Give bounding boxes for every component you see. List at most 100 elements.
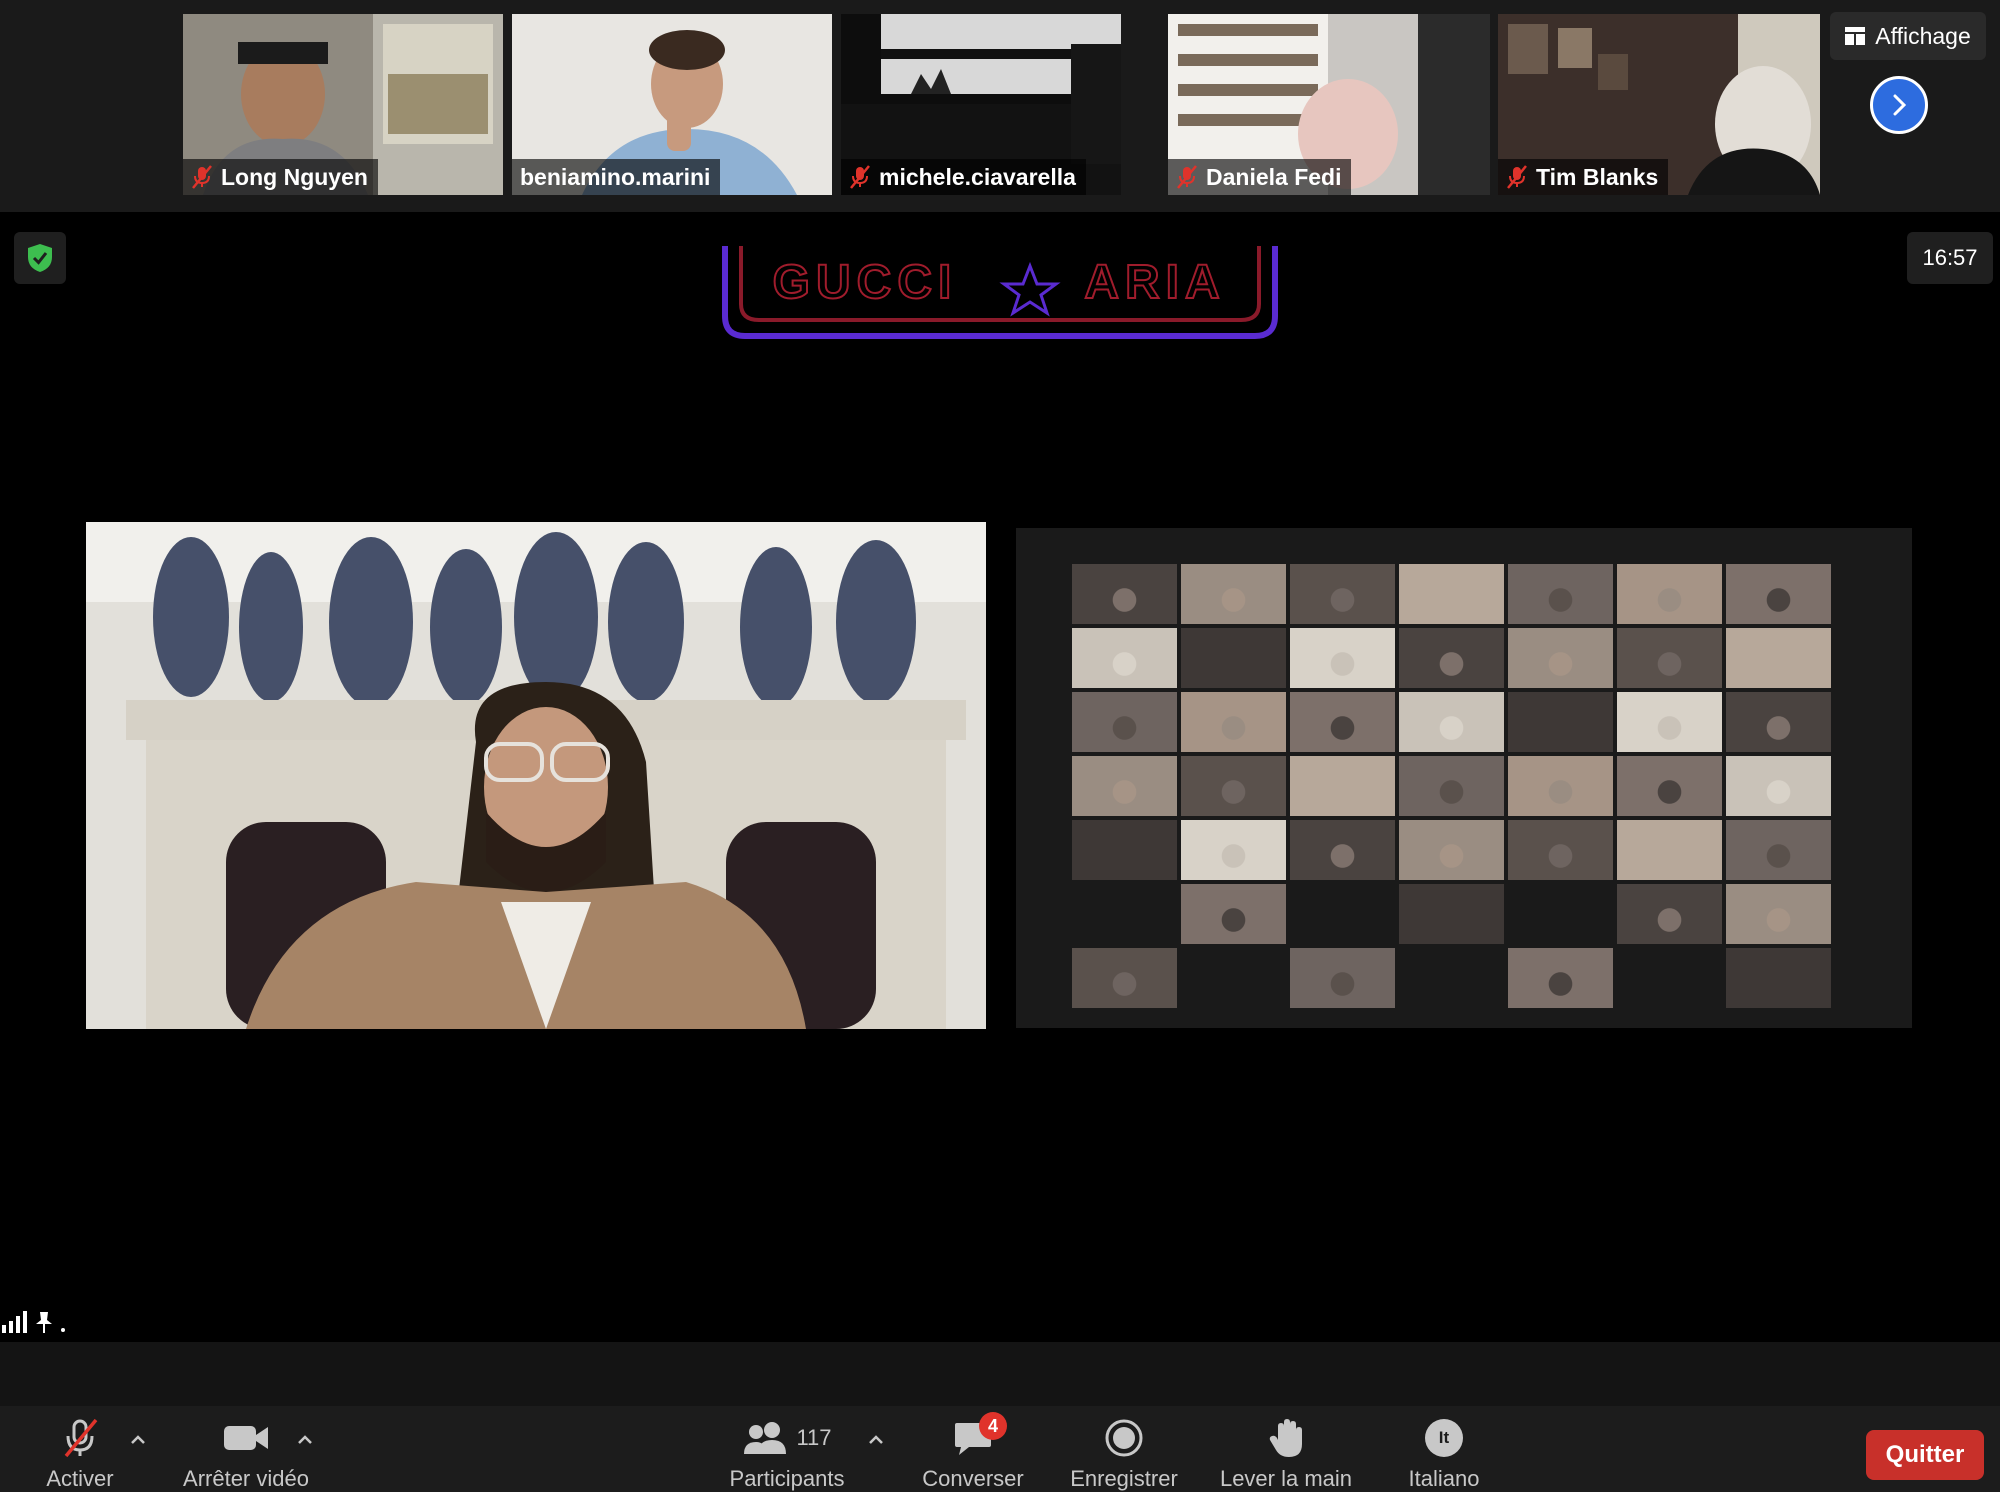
audience-tile [1181, 628, 1286, 688]
audience-tile [1399, 884, 1504, 944]
raise-hand-label: Lever la main [1219, 1466, 1353, 1491]
chevron-right-icon [1893, 94, 1907, 116]
audience-tile [1290, 884, 1395, 944]
audience-tile [1508, 756, 1613, 816]
speaker-video-panel [86, 522, 986, 1029]
audience-tile [1290, 820, 1395, 880]
audience-tile [1726, 756, 1831, 816]
audience-gallery-panel [1016, 528, 1912, 1028]
toolbar-spacer [0, 1342, 2000, 1406]
participant-name: michele.ciavarella [879, 163, 1076, 190]
audience-tile [1617, 820, 1722, 880]
record-icon [1105, 1419, 1143, 1457]
audience-tile [1072, 884, 1177, 944]
audience-tile [1399, 692, 1504, 752]
audience-tile [1072, 628, 1177, 688]
participant-name: Tim Blanks [1536, 163, 1659, 190]
audience-tile [1726, 564, 1831, 624]
view-button-label: Affichage [1875, 22, 1971, 49]
audience-tile [1617, 884, 1722, 944]
neon-word-right: ARIA [1084, 256, 1225, 309]
participants-count: 117 [796, 1425, 832, 1450]
audience-tile [1399, 756, 1504, 816]
neon-word-left: GUCCI [773, 256, 958, 309]
leave-meeting-button[interactable]: Quitter [1866, 1430, 1984, 1480]
participants-button[interactable]: 117 Participants [724, 1416, 850, 1492]
audience-tile [1181, 692, 1286, 752]
raise-hand-button[interactable]: Lever la main [1216, 1416, 1356, 1492]
audience-tile [1399, 948, 1504, 1008]
record-button[interactable]: Enregistrer [1066, 1416, 1182, 1492]
audience-tile [1181, 820, 1286, 880]
audience-tile [1726, 820, 1831, 880]
muted-microphone-icon [64, 1418, 98, 1458]
audience-tile [1617, 628, 1722, 688]
audience-tile [1290, 948, 1395, 1008]
audience-tile [1508, 564, 1613, 624]
video-options-caret-icon[interactable] [293, 1428, 317, 1452]
interpretation-language-button[interactable]: It Italiano [1402, 1416, 1486, 1492]
event-neon-sign: GUCCI ARIA [722, 246, 1278, 339]
audio-options-caret-icon[interactable] [126, 1428, 150, 1452]
dot-icon [61, 1328, 65, 1332]
signal-strength-icon [2, 1311, 27, 1333]
stop-video-label: Arrêter vidéo [183, 1466, 309, 1491]
language-icon: It [1425, 1419, 1463, 1457]
participant-thumb-3[interactable]: Daniela Fedi [1168, 14, 1490, 195]
audience-tile [1072, 756, 1177, 816]
audience-tile [1290, 564, 1395, 624]
audience-tile [1072, 692, 1177, 752]
audience-tile [1726, 692, 1831, 752]
participant-thumb-1[interactable]: beniamino.marini [512, 14, 832, 195]
participant-name-tag: Tim Blanks [1498, 159, 1669, 195]
audience-tile [1508, 884, 1613, 944]
audience-tile [1508, 820, 1613, 880]
audience-tile [1617, 564, 1722, 624]
audience-tile [1617, 756, 1722, 816]
muted-mic-icon [850, 165, 870, 189]
next-page-button[interactable] [1870, 76, 1928, 134]
video-camera-icon [224, 1426, 268, 1450]
audience-tile [1399, 564, 1504, 624]
shield-check-icon [28, 244, 52, 272]
muted-mic-icon [1177, 165, 1197, 189]
security-shield-button[interactable] [14, 232, 66, 284]
participant-strip: Long Nguyen beniamino.marini michele.cia… [0, 0, 2000, 212]
audience-tile [1726, 628, 1831, 688]
audience-tile [1290, 628, 1395, 688]
audience-tile [1508, 628, 1613, 688]
unmute-button[interactable]: Activer [40, 1416, 120, 1492]
grid-view-icon [1845, 27, 1866, 45]
chat-label: Converser [922, 1466, 1024, 1491]
audience-tile [1290, 756, 1395, 816]
participant-name-tag: Daniela Fedi [1168, 159, 1352, 195]
participant-thumb-4[interactable]: Tim Blanks [1498, 14, 1820, 195]
shared-video-stage: 16:57 GUCCI ARIA [0, 212, 2000, 1342]
participant-name: beniamino.marini [520, 163, 711, 190]
audience-tile [1181, 884, 1286, 944]
participant-name: Long Nguyen [221, 163, 368, 190]
participants-icon [744, 1422, 787, 1454]
audience-grid [1072, 564, 1836, 1008]
pin-icon [36, 1312, 52, 1333]
audience-tile [1399, 820, 1504, 880]
language-label: Italiano [1408, 1466, 1480, 1491]
participants-options-caret-icon[interactable] [864, 1428, 888, 1452]
meeting-clock: 16:57 [1907, 232, 1993, 284]
audience-tile [1181, 756, 1286, 816]
record-label: Enregistrer [1070, 1466, 1178, 1491]
muted-mic-icon [192, 165, 212, 189]
audience-tile [1072, 564, 1177, 624]
participant-name: Daniela Fedi [1206, 163, 1342, 190]
raise-hand-icon [1269, 1419, 1302, 1457]
audience-tile [1617, 692, 1722, 752]
chat-button[interactable]: 4 Converser [920, 1412, 1026, 1492]
participant-thumb-0[interactable]: Long Nguyen [183, 14, 503, 195]
audience-tile [1181, 564, 1286, 624]
view-button[interactable]: Affichage [1830, 12, 1986, 60]
participant-thumb-2[interactable]: michele.ciavarella [841, 14, 1121, 195]
unmute-label: Activer [46, 1466, 114, 1491]
audience-tile [1072, 948, 1177, 1008]
audience-tile [1290, 692, 1395, 752]
audience-tile [1508, 692, 1613, 752]
